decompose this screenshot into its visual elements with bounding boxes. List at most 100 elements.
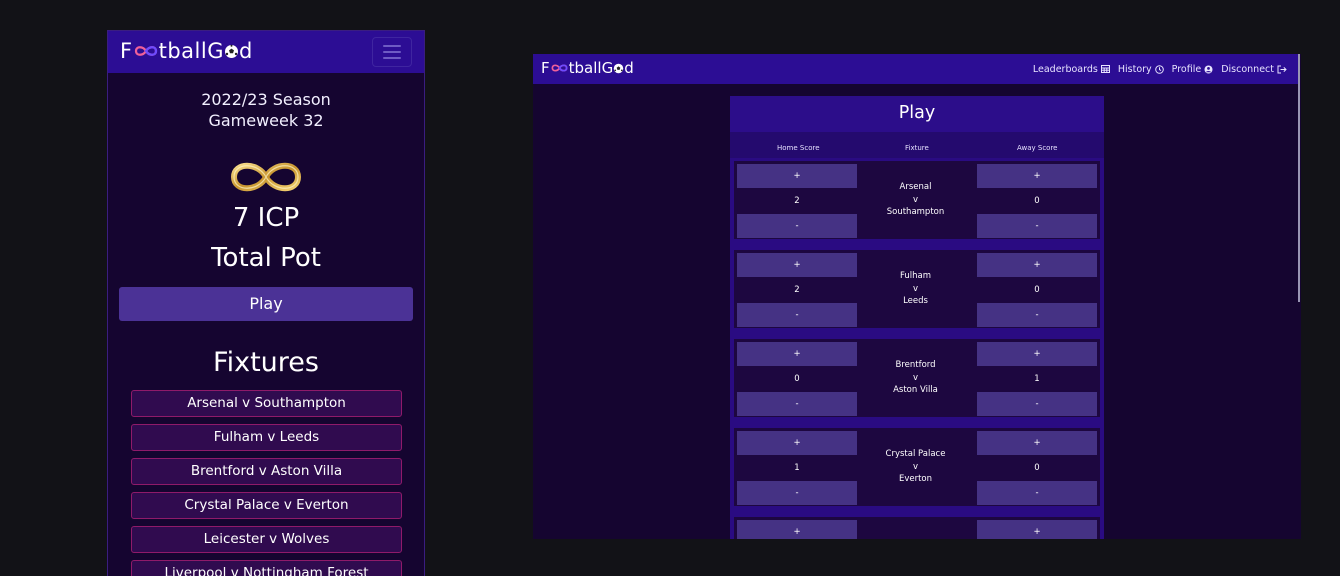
fixture-name: Crystal Palace v Everton bbox=[857, 428, 974, 506]
home-minus-button[interactable]: - bbox=[737, 481, 857, 505]
away-team: Leeds bbox=[903, 296, 928, 307]
fixture-item[interactable]: Leicester v Wolves bbox=[131, 526, 402, 553]
mobile-navbar: FtballG d bbox=[108, 31, 424, 73]
desktop-mockup: FtballG d Leaderboards History Profile Di… bbox=[533, 54, 1301, 539]
col-fixture: Fixture bbox=[905, 144, 929, 152]
row-separator bbox=[730, 328, 1104, 339]
nav-profile[interactable]: Profile bbox=[1172, 64, 1214, 75]
fixture-name: Arsenal v Southampton bbox=[857, 161, 974, 239]
home-minus-button[interactable]: - bbox=[737, 214, 857, 238]
away-minus-button[interactable]: - bbox=[977, 303, 1097, 327]
nav-leaderboards-label: Leaderboards bbox=[1032, 63, 1098, 75]
home-team: Brentford bbox=[895, 360, 936, 371]
match-row: + + bbox=[734, 517, 1100, 539]
row-separator bbox=[730, 239, 1104, 250]
fixture-item[interactable]: Arsenal v Southampton bbox=[131, 390, 402, 417]
fixture-item[interactable]: Crystal Palace v Everton bbox=[131, 492, 402, 519]
brand-logo[interactable]: FtballG d bbox=[541, 59, 634, 77]
away-team: Aston Villa bbox=[893, 385, 938, 396]
season-label: 2022/23 Season bbox=[201, 90, 331, 109]
logo-text-d: d bbox=[238, 39, 253, 63]
fixtures-title: Fixtures bbox=[213, 347, 319, 378]
nav-leaderboards[interactable]: Leaderboards bbox=[1033, 64, 1110, 75]
versus: v bbox=[912, 194, 919, 205]
match-row: + 1 - Crystal Palace v Everton + 0 - bbox=[734, 428, 1100, 506]
gameweek-label: Gameweek 32 bbox=[208, 111, 324, 130]
brand-logo[interactable]: FtballG d bbox=[120, 39, 253, 63]
home-team: Fulham bbox=[899, 271, 932, 282]
col-home-score: Home Score bbox=[777, 144, 820, 152]
versus: v bbox=[912, 461, 919, 472]
mobile-mockup: FtballG d 2022/23 Season Gameweek 32 7 IC… bbox=[107, 30, 425, 576]
nav-history-label: History bbox=[1117, 63, 1152, 75]
pot-label: Total Pot bbox=[211, 243, 321, 273]
match-row: + 0 - Brentford v Aston Villa + 1 - bbox=[734, 339, 1100, 417]
football-icon bbox=[224, 44, 238, 58]
home-score: 0 bbox=[794, 374, 800, 384]
fixture-name: Brentford v Aston Villa bbox=[857, 339, 974, 417]
pot-amount: 7 ICP bbox=[232, 203, 300, 233]
user-icon bbox=[1204, 65, 1213, 73]
home-score: 1 bbox=[794, 463, 800, 473]
menu-icon[interactable] bbox=[372, 37, 412, 67]
home-minus-button[interactable]: - bbox=[737, 392, 857, 416]
logo-text-f: F bbox=[541, 59, 550, 77]
home-plus-button[interactable]: + bbox=[737, 431, 857, 455]
home-score: 2 bbox=[794, 285, 800, 295]
card-title: Play bbox=[730, 96, 1104, 132]
table-header: Home Score Fixture Away Score bbox=[730, 132, 1104, 158]
nav-profile-label: Profile bbox=[1171, 63, 1202, 75]
football-icon bbox=[613, 63, 624, 73]
away-score: 0 bbox=[1034, 196, 1040, 206]
home-plus-button[interactable]: + bbox=[737, 164, 857, 188]
home-plus-button[interactable]: + bbox=[737, 342, 857, 366]
away-minus-button[interactable]: - bbox=[977, 392, 1097, 416]
scrollbar[interactable] bbox=[1298, 54, 1300, 302]
away-score: 1 bbox=[1034, 374, 1040, 384]
table-icon bbox=[1100, 65, 1110, 73]
logo-text-mid: tballG bbox=[158, 39, 224, 63]
home-plus-button[interactable]: + bbox=[737, 253, 857, 277]
logo-text-d: d bbox=[624, 59, 634, 77]
away-team: Southampton bbox=[886, 207, 945, 218]
away-score: 0 bbox=[1034, 463, 1040, 473]
row-separator bbox=[730, 417, 1104, 428]
logo-text-f: F bbox=[120, 39, 133, 63]
home-team: Crystal Palace bbox=[885, 449, 946, 460]
desktop-navbar: FtballG d Leaderboards History Profile Di… bbox=[533, 54, 1299, 84]
play-button[interactable]: Play bbox=[119, 287, 413, 321]
play-card: Play Home Score Fixture Away Score + 2 -… bbox=[730, 96, 1104, 539]
away-score: 0 bbox=[1034, 285, 1040, 295]
away-plus-button[interactable]: + bbox=[977, 431, 1097, 455]
nav-disconnect-label: Disconnect bbox=[1221, 63, 1274, 75]
nav-history[interactable]: History bbox=[1118, 64, 1164, 75]
home-score: 2 bbox=[794, 196, 800, 206]
match-row: + 2 - Fulham v Leeds + 0 - bbox=[734, 250, 1100, 328]
versus: v bbox=[912, 283, 919, 294]
row-separator bbox=[730, 506, 1104, 517]
col-away-score: Away Score bbox=[1017, 144, 1058, 152]
match-row: + 2 - Arsenal v Southampton + 0 - bbox=[734, 161, 1100, 239]
infinity-icon bbox=[551, 64, 568, 72]
clock-icon bbox=[1154, 64, 1164, 74]
fixture-item[interactable]: Liverpool v Nottingham Forest bbox=[131, 560, 402, 576]
away-plus-button[interactable]: + bbox=[977, 164, 1097, 188]
away-plus-button[interactable]: + bbox=[977, 520, 1097, 539]
nav-disconnect[interactable]: Disconnect bbox=[1221, 64, 1287, 75]
sign-out-icon bbox=[1277, 65, 1287, 73]
away-plus-button[interactable]: + bbox=[977, 342, 1097, 366]
away-minus-button[interactable]: - bbox=[977, 214, 1097, 238]
infinity-icon bbox=[230, 162, 302, 192]
nav-links: Leaderboards History Profile Disconnect bbox=[1033, 54, 1287, 84]
versus: v bbox=[912, 372, 919, 383]
fixture-item[interactable]: Fulham v Leeds bbox=[131, 424, 402, 451]
fixture-list: Arsenal v Southampton Fulham v Leeds Bre… bbox=[131, 390, 402, 576]
home-minus-button[interactable]: - bbox=[737, 303, 857, 327]
home-plus-button[interactable]: + bbox=[737, 520, 857, 539]
logo-text-mid: tballG bbox=[568, 59, 614, 77]
away-minus-button[interactable]: - bbox=[977, 481, 1097, 505]
away-team: Everton bbox=[898, 474, 933, 485]
fixture-item[interactable]: Brentford v Aston Villa bbox=[131, 458, 402, 485]
home-team: Arsenal bbox=[899, 182, 932, 193]
away-plus-button[interactable]: + bbox=[977, 253, 1097, 277]
